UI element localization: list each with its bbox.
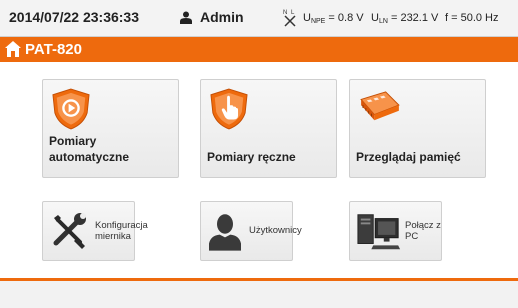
u-ln-reading: ULN = 232.1 V [371, 12, 438, 25]
tile-label: Pomiary automatyczne [49, 134, 130, 164]
voltage-network-icon: N L [283, 10, 296, 27]
tile-label: Przeglądaj pamięć [356, 150, 461, 164]
computer-icon [357, 214, 401, 250]
tile-label: Pomiary ręczne [207, 150, 296, 164]
u-ln-subscript: LN [378, 18, 388, 25]
current-user: Admin [200, 9, 244, 25]
u-ln-value: = 232.1 V [390, 12, 439, 24]
tile-label: Połącz z PC [405, 220, 441, 242]
tile-manual-measurements[interactable]: Pomiary ręczne [200, 79, 337, 178]
svg-text:L: L [291, 10, 295, 16]
u-npe-reading: UNPE = 0.8 V [303, 12, 364, 25]
status-bar: 2014/07/22 23:36:33 Admin N L UNPE = 0.8… [0, 0, 518, 37]
tile-label: Konfiguracja miernika [95, 220, 148, 242]
title-bar: PAT-820 [0, 37, 518, 62]
tile-connect-pc[interactable]: Połącz z PC [349, 201, 442, 261]
home-icon[interactable] [4, 40, 22, 58]
tile-users[interactable]: Użytkownicy [200, 201, 302, 261]
manual-measurement-shield-icon [210, 88, 248, 130]
tools-icon [53, 213, 86, 249]
memory-icon [360, 91, 400, 121]
svg-text:N: N [283, 10, 287, 16]
tile-browse-memory[interactable]: Przeglądaj pamięć [349, 79, 486, 178]
user-icon [180, 11, 192, 24]
auto-measurement-shield-icon [52, 88, 90, 130]
u-npe-subscript: NPE [310, 18, 326, 25]
frequency-reading: f = 50.0 Hz [445, 12, 499, 24]
app-title: PAT-820 [25, 41, 82, 58]
bottom-bar [0, 278, 518, 308]
u-npe-value: = 0.8 V [328, 12, 364, 24]
tile-label: Użytkownicy [249, 225, 302, 236]
user-silhouette-icon [209, 214, 241, 251]
u-npe-symbol: U [303, 12, 311, 24]
tile-meter-configuration[interactable]: Konfiguracja miernika [42, 201, 148, 261]
u-ln-symbol: U [371, 12, 379, 24]
tile-auto-measurements[interactable]: Pomiary automatyczne [42, 79, 179, 178]
datetime: 2014/07/22 23:36:33 [9, 9, 139, 25]
